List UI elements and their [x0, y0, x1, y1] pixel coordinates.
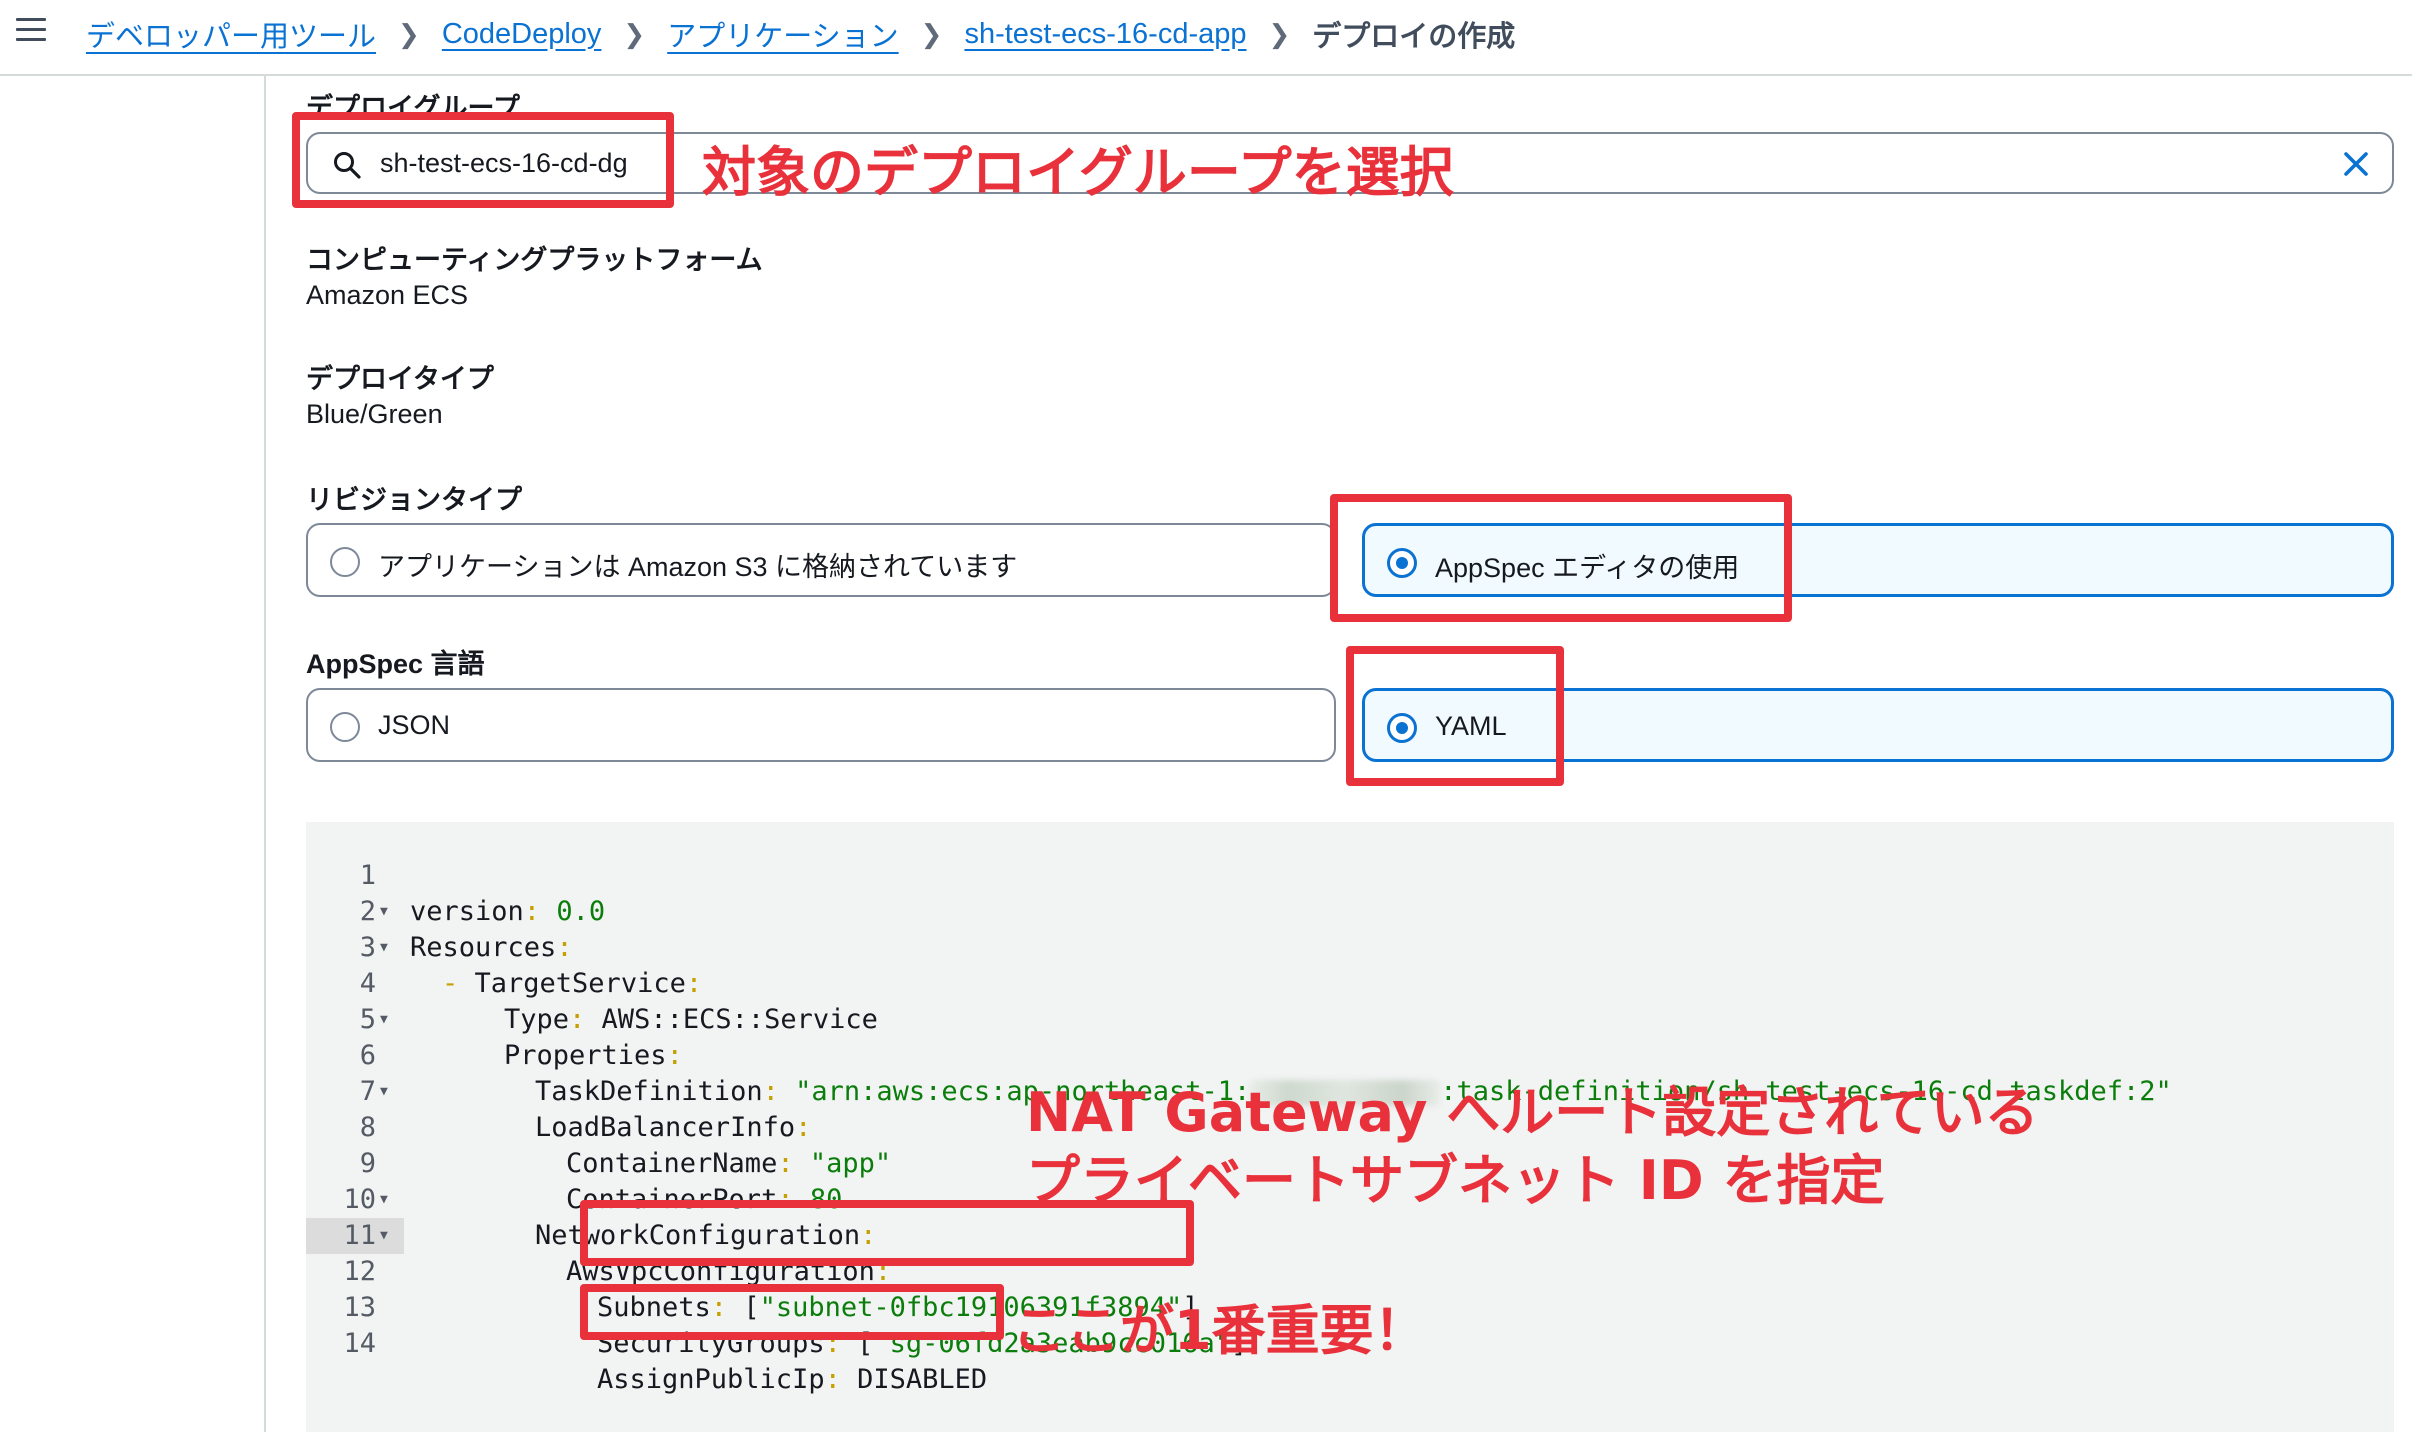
- deploy-type-value: Blue/Green: [306, 399, 443, 429]
- chevron-right-icon: ❯: [623, 18, 646, 49]
- revision-option-s3-label: アプリケーションは Amazon S3 に格納されています: [378, 552, 1018, 582]
- chevron-right-icon: ❯: [398, 18, 420, 49]
- code-line: 3 ▼ - TargetService:: [359, 932, 703, 999]
- code-line: 6 TaskDefinition: "arn:aws:ecs:ap-northe…: [359, 1040, 2172, 1107]
- annotation-box-deployment-group: [292, 112, 674, 208]
- chevron-right-icon: ❯: [920, 18, 943, 49]
- revision-type-label: リビジョンタイプ: [306, 485, 522, 515]
- compute-platform-value: Amazon ECS: [306, 280, 469, 310]
- deploy-type-label: デプロイタイプ: [306, 364, 494, 394]
- chevron-right-icon: ❯: [1268, 18, 1291, 49]
- annotation-select-group-text: 対象のデプロイグループを選択: [702, 141, 1454, 204]
- radio-button[interactable]: [330, 712, 360, 742]
- breadcrumb: デベロッパー用ツール ❯ CodeDeploy ❯ アプリケーション ❯ sh-…: [86, 14, 1515, 54]
- breadcrumb-link-app[interactable]: sh-test-ecs-16-cd-app: [964, 18, 1246, 51]
- breadcrumb-link-codedeploy[interactable]: CodeDeploy: [442, 18, 602, 51]
- annotation-box-appspec-editor: [1330, 494, 1792, 622]
- annotation-subnet-text-2: プライベートサブネット ID を指定: [1026, 1149, 1885, 1212]
- language-option-json-label: JSON: [378, 710, 451, 740]
- hamburger-menu-icon[interactable]: [16, 18, 46, 44]
- sidebar-divider: [264, 76, 266, 1432]
- breadcrumb-link-dev-tools[interactable]: デベロッパー用ツール: [86, 13, 376, 55]
- code-line: 1 version: 0.0: [359, 860, 606, 927]
- annotation-box-yaml: [1346, 646, 1564, 786]
- appspec-language-label: AppSpec 言語: [306, 649, 485, 679]
- language-option-json[interactable]: JSON: [306, 688, 1336, 762]
- radio-button[interactable]: [330, 547, 360, 577]
- code-line: 4 Type: AWS::ECS::Service: [359, 968, 878, 1035]
- code-line: 2 ▼ Resources:: [359, 896, 573, 963]
- annotation-box-assign-public-ip: [580, 1284, 1004, 1340]
- revision-option-s3[interactable]: アプリケーションは Amazon S3 に格納されています: [306, 523, 1336, 597]
- code-line: 5 ▼ Properties:: [359, 1004, 683, 1071]
- annotation-important-text: ここが1番重要！: [1012, 1299, 1428, 1362]
- breadcrumb-current: デプロイの作成: [1312, 21, 1516, 53]
- breadcrumb-link-applications[interactable]: アプリケーション: [667, 13, 898, 55]
- compute-platform-label: コンピューティングプラットフォーム: [306, 245, 763, 275]
- close-icon[interactable]: [2340, 148, 2372, 180]
- top-navigation: デベロッパー用ツール ❯ CodeDeploy ❯ アプリケーション ❯ sh-…: [0, 0, 2412, 76]
